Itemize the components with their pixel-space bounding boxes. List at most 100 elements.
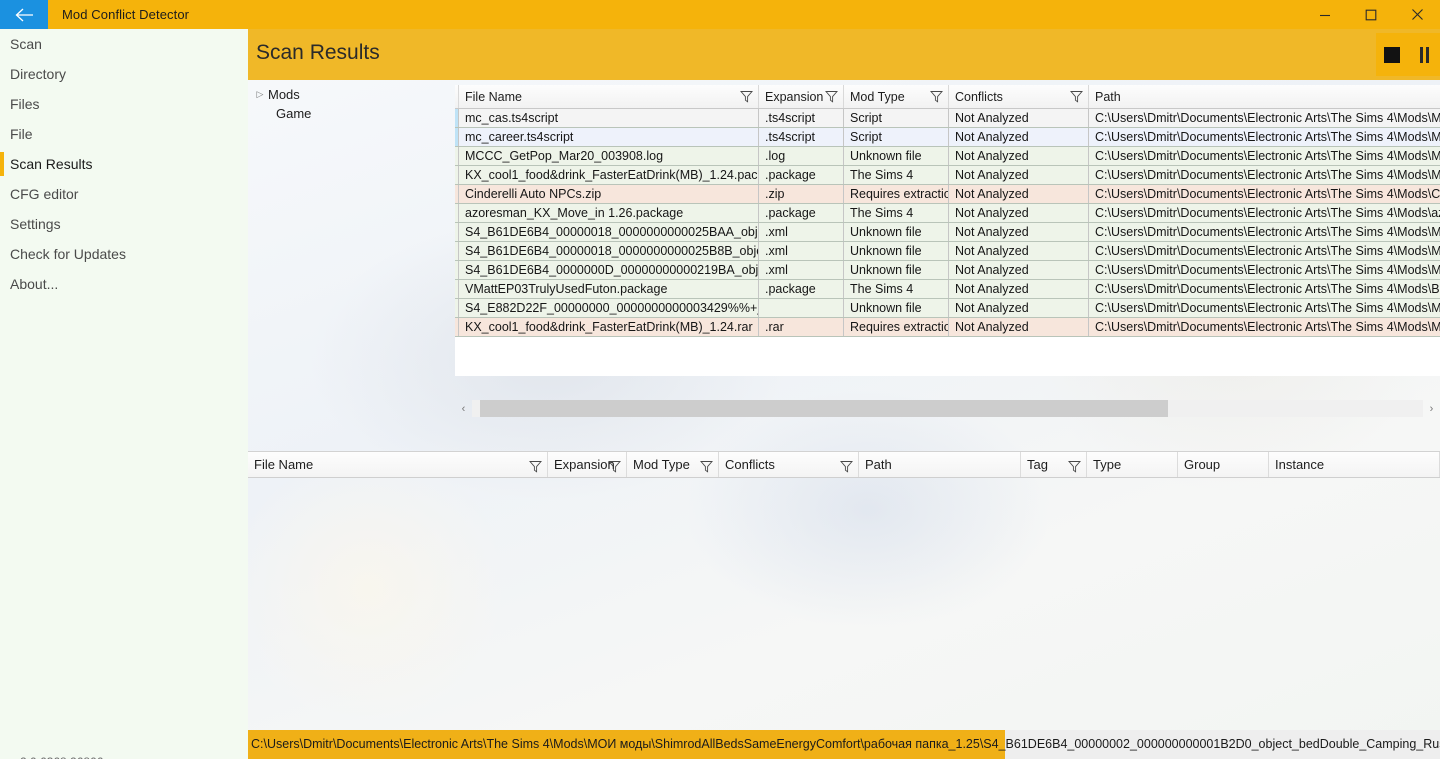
top-grid-col-conflicts[interactable]: Conflicts bbox=[949, 85, 1089, 108]
filter-funnel-icon[interactable] bbox=[1068, 460, 1081, 476]
pause-button[interactable] bbox=[1408, 33, 1440, 76]
bottom-grid-col-group[interactable]: Group bbox=[1178, 452, 1269, 477]
status-text: C:\Users\Dmitr\Documents\Electronic Arts… bbox=[251, 730, 1440, 759]
bottom-grid-col-conflicts[interactable]: Conflicts bbox=[719, 452, 859, 477]
tree-item-game[interactable]: Game bbox=[252, 104, 452, 123]
filter-funnel-icon[interactable] bbox=[930, 90, 943, 106]
top-grid-col-file-name[interactable]: File Name bbox=[459, 85, 759, 108]
back-button[interactable] bbox=[0, 0, 48, 29]
filter-funnel-icon[interactable] bbox=[1070, 90, 1083, 106]
table-row[interactable]: Cinderelli Auto NPCs.zip.zipRequires ext… bbox=[455, 185, 1440, 204]
bottom-grid-col-path[interactable]: Path bbox=[859, 452, 1021, 477]
sidebar-item-file[interactable]: File bbox=[0, 119, 248, 149]
tree-item-mods[interactable]: ▷Mods bbox=[252, 85, 452, 104]
table-cell-path: C:\Users\Dmitr\Documents\Electronic Arts… bbox=[1089, 223, 1440, 241]
content-area: Scan Results ▷ModsGame File NameExpansio… bbox=[248, 29, 1440, 759]
filter-funnel-icon[interactable] bbox=[825, 90, 838, 106]
bottom-grid-col-mod-type[interactable]: Mod Type bbox=[627, 452, 719, 477]
table-row[interactable]: mc_career.ts4script.ts4scriptScriptNot A… bbox=[455, 128, 1440, 147]
sidebar-item-directory[interactable]: Directory bbox=[0, 59, 248, 89]
scroll-right-arrow-icon[interactable]: › bbox=[1423, 403, 1440, 415]
bottom-grid-col-type[interactable]: Type bbox=[1087, 452, 1178, 477]
table-cell-conflicts: Not Analyzed bbox=[949, 223, 1089, 241]
table-cell-conflicts: Not Analyzed bbox=[949, 261, 1089, 279]
table-cell-file_name: azoresman_KX_Move_in 1.26.package bbox=[459, 204, 759, 222]
table-cell-file_name: S4_E882D22F_00000000_0000000000003429%%+… bbox=[459, 299, 759, 317]
sidebar-item-settings[interactable]: Settings bbox=[0, 209, 248, 239]
version-label: 2.0.6368.26806 bbox=[20, 755, 103, 759]
table-cell-file_name: S4_B61DE6B4_00000018_0000000000025BAA_ob… bbox=[459, 223, 759, 241]
sidebar-item-scan-results[interactable]: Scan Results bbox=[0, 149, 248, 179]
sidebar-item-label: CFG editor bbox=[10, 186, 78, 202]
sidebar-item-label: Scan bbox=[10, 36, 42, 52]
table-cell-conflicts: Not Analyzed bbox=[949, 299, 1089, 317]
mods-tree: ▷ModsGame bbox=[252, 85, 452, 385]
column-header-label: Type bbox=[1093, 457, 1121, 472]
scroll-left-arrow-icon[interactable]: ‹ bbox=[455, 403, 472, 415]
sidebar-item-cfg-editor[interactable]: CFG editor bbox=[0, 179, 248, 209]
table-cell-file_name: mc_cas.ts4script bbox=[459, 109, 759, 127]
table-cell-file_name: S4_B61DE6B4_0000000D_00000000000219BA_ob… bbox=[459, 261, 759, 279]
column-header-label: Expansion bbox=[765, 90, 823, 104]
sidebar-item-label: Files bbox=[10, 96, 40, 112]
column-header-label: Path bbox=[865, 457, 892, 472]
filter-funnel-icon[interactable] bbox=[840, 460, 853, 476]
table-cell-path: C:\Users\Dmitr\Documents\Electronic Arts… bbox=[1089, 261, 1440, 279]
table-cell-expansion: .package bbox=[759, 204, 844, 222]
table-row[interactable]: S4_E882D22F_00000000_0000000000003429%%+… bbox=[455, 299, 1440, 318]
maximize-button[interactable] bbox=[1348, 0, 1394, 29]
column-header-label: Conflicts bbox=[725, 457, 775, 472]
table-cell-path: C:\Users\Dmitr\Documents\Electronic Arts… bbox=[1089, 109, 1440, 127]
column-header-label: Group bbox=[1184, 457, 1220, 472]
sidebar-item-about[interactable]: About... bbox=[0, 269, 248, 299]
filter-funnel-icon[interactable] bbox=[608, 460, 621, 476]
sidebar-item-files[interactable]: Files bbox=[0, 89, 248, 119]
table-row[interactable]: S4_B61DE6B4_0000000D_00000000000219BA_ob… bbox=[455, 261, 1440, 280]
top-grid-col-path[interactable]: Path bbox=[1089, 85, 1440, 108]
table-row[interactable]: KX_cool1_food&drink_FasterEatDrink(MB)_1… bbox=[455, 166, 1440, 185]
sidebar-item-scan[interactable]: Scan bbox=[0, 29, 248, 59]
table-row[interactable]: mc_cas.ts4script.ts4scriptScriptNot Anal… bbox=[455, 109, 1440, 128]
close-button[interactable] bbox=[1394, 0, 1440, 29]
table-row[interactable]: KX_cool1_food&drink_FasterEatDrink(MB)_1… bbox=[455, 318, 1440, 337]
scrollbar-track[interactable] bbox=[472, 400, 1423, 417]
table-cell-conflicts: Not Analyzed bbox=[949, 109, 1089, 127]
scrollbar-thumb[interactable] bbox=[480, 400, 1168, 417]
transport-controls bbox=[1376, 33, 1440, 76]
table-cell-mod_type: Requires extraction bbox=[844, 318, 949, 336]
bottom-grid-col-file-name[interactable]: File Name bbox=[248, 452, 548, 477]
status-bar: C:\Users\Dmitr\Documents\Electronic Arts… bbox=[248, 730, 1440, 759]
table-row[interactable]: azoresman_KX_Move_in 1.26.package.packag… bbox=[455, 204, 1440, 223]
table-cell-conflicts: Not Analyzed bbox=[949, 147, 1089, 165]
chevron-right-icon[interactable]: ▷ bbox=[252, 85, 268, 104]
stop-button[interactable] bbox=[1376, 33, 1408, 76]
minimize-button[interactable] bbox=[1302, 0, 1348, 29]
filter-funnel-icon[interactable] bbox=[529, 460, 542, 476]
horizontal-scrollbar[interactable]: ‹ › bbox=[455, 399, 1440, 418]
filter-funnel-icon[interactable] bbox=[700, 460, 713, 476]
column-header-label: Expansion bbox=[554, 457, 615, 472]
sidebar-item-check-for-updates[interactable]: Check for Updates bbox=[0, 239, 248, 269]
details-grid-body bbox=[248, 478, 1440, 737]
bottom-grid-col-expansion[interactable]: Expansion bbox=[548, 452, 627, 477]
table-cell-path: C:\Users\Dmitr\Documents\Electronic Arts… bbox=[1089, 318, 1440, 336]
sidebar-item-label: Settings bbox=[10, 216, 61, 232]
table-cell-conflicts: Not Analyzed bbox=[949, 204, 1089, 222]
table-cell-expansion: .ts4script bbox=[759, 128, 844, 146]
table-row[interactable]: S4_B61DE6B4_00000018_0000000000025BAA_ob… bbox=[455, 223, 1440, 242]
table-row[interactable]: VMattEP03TrulyUsedFuton.package.packageT… bbox=[455, 280, 1440, 299]
table-row[interactable]: S4_B61DE6B4_00000018_0000000000025B8B_ob… bbox=[455, 242, 1440, 261]
table-cell-mod_type: Unknown file bbox=[844, 261, 949, 279]
filter-funnel-icon[interactable] bbox=[740, 90, 753, 106]
title-bar: Mod Conflict Detector bbox=[0, 0, 1440, 29]
top-grid-col-expansion[interactable]: Expansion bbox=[759, 85, 844, 108]
column-header-label: File Name bbox=[254, 457, 313, 472]
sidebar: Scan Directory Files FileScan Results CFG ed… bbox=[0, 29, 248, 759]
bottom-grid-col-tag[interactable]: Tag bbox=[1021, 452, 1087, 477]
table-cell-file_name: VMattEP03TrulyUsedFuton.package bbox=[459, 280, 759, 298]
top-grid-col-mod-type[interactable]: Mod Type bbox=[844, 85, 949, 108]
table-cell-expansion: .log bbox=[759, 147, 844, 165]
bottom-grid-col-instance[interactable]: Instance bbox=[1269, 452, 1440, 477]
table-cell-expansion: .xml bbox=[759, 223, 844, 241]
table-row[interactable]: MCCC_GetPop_Mar20_003908.log.logUnknown … bbox=[455, 147, 1440, 166]
